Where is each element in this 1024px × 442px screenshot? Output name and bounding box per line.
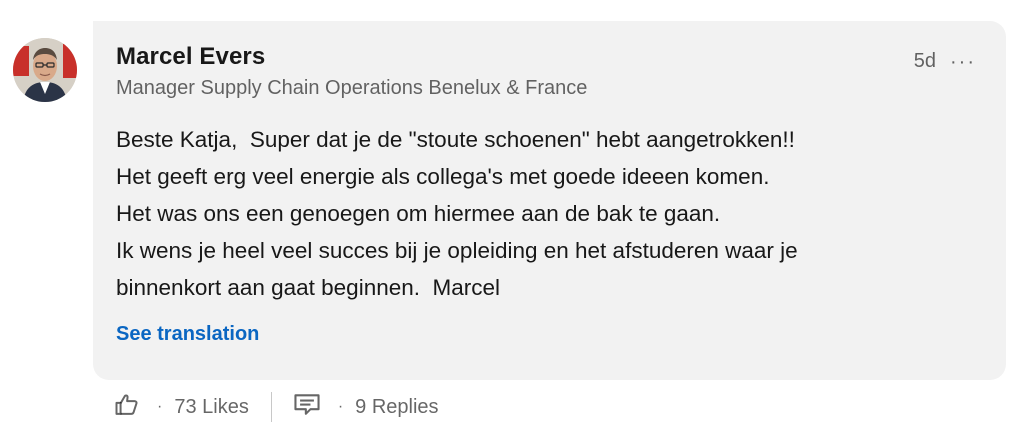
reply-button[interactable] xyxy=(292,390,322,424)
see-translation-link[interactable]: See translation xyxy=(116,323,259,346)
separator-dot: · xyxy=(157,398,163,415)
comment-bubble: Marcel Evers Manager Supply Chain Operat… xyxy=(93,21,1006,380)
thumbs-up-icon xyxy=(113,390,141,424)
comment-line: Beste Katja, Super dat je de "stoute sch… xyxy=(116,127,795,152)
author-avatar[interactable] xyxy=(13,38,77,102)
more-options-button[interactable]: ··· xyxy=(950,52,976,72)
author-headline: Manager Supply Chain Operations Benelux … xyxy=(116,77,588,99)
comment-line: binnenkort aan gaat beginnen. Marcel xyxy=(116,275,501,300)
comment-line: Het was ons een genoegen om hiermee aan … xyxy=(116,201,721,226)
likes-count[interactable]: 73 Likes xyxy=(174,396,249,419)
comment-actions: · 73 Likes · 9 Replies xyxy=(113,389,439,425)
comment-line: Ik wens je heel veel succes bij je oplei… xyxy=(116,238,798,263)
comment-icon xyxy=(292,390,322,424)
comment-timestamp: 5d xyxy=(913,50,937,72)
replies-count[interactable]: 9 Replies xyxy=(355,396,438,419)
author-name[interactable]: Marcel Evers xyxy=(116,43,265,71)
comment-text: Beste Katja, Super dat je de "stoute sch… xyxy=(116,121,986,306)
actions-divider xyxy=(270,392,272,422)
separator-dot: · xyxy=(337,398,344,415)
comment-line: Het geeft erg veel energie als collega's… xyxy=(116,164,770,189)
comment-meta: 5d ··· xyxy=(914,50,976,73)
like-button[interactable] xyxy=(113,390,141,424)
